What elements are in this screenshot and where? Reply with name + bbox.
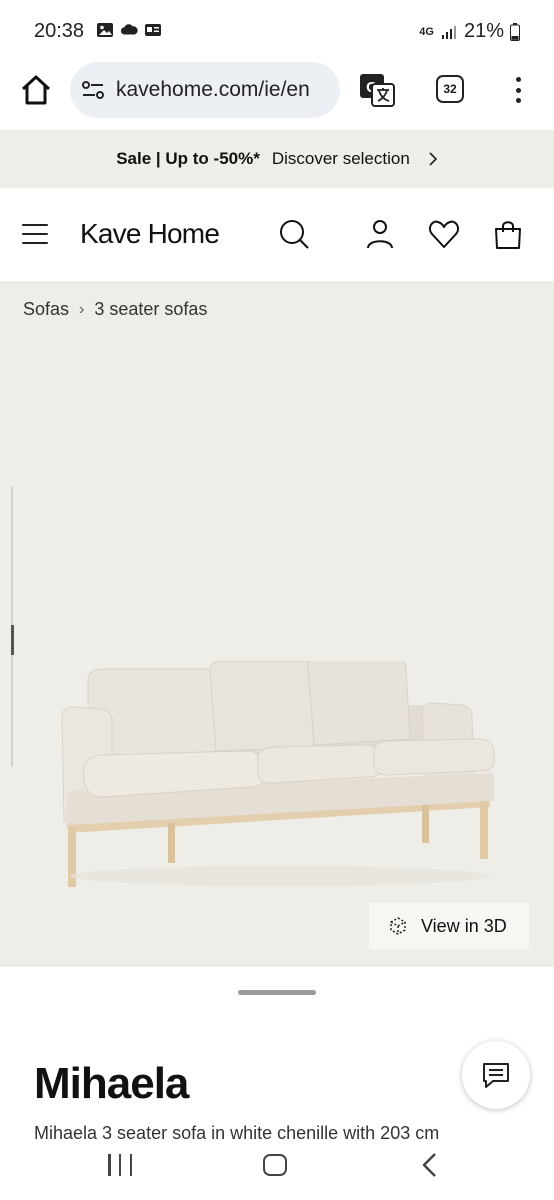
status-system-icons: 4G 21%: [419, 20, 520, 43]
menu-icon[interactable]: [22, 224, 48, 244]
breadcrumb-separator-icon: ›: [79, 300, 85, 318]
promo-link[interactable]: Discover selection: [272, 149, 410, 169]
home-nav-icon[interactable]: [263, 1154, 287, 1176]
recent-apps-icon[interactable]: [108, 1154, 132, 1176]
gallery-scroll-thumb[interactable]: [11, 625, 14, 655]
tune-icon[interactable]: [80, 77, 106, 103]
search-icon[interactable]: [278, 218, 310, 250]
view-in-3d-label: View in 3D: [421, 915, 507, 936]
promo-sale-text: Sale | Up to -50%*: [116, 149, 260, 168]
tab-count: 32: [443, 82, 457, 96]
more-vert-icon[interactable]: [506, 74, 530, 106]
product-info-sheet: Mihaela Mihaela 3 seater sofa in white c…: [0, 967, 554, 1140]
product-image-sofa: [61, 661, 495, 887]
browser-toolbar: kavehome.com/ie/en G 32: [0, 62, 554, 130]
battery-icon: [510, 22, 520, 41]
product-gallery[interactable]: Sofas › 3 seater sofas View in 3D: [0, 281, 554, 967]
breadcrumb: Sofas › 3 seater sofas: [23, 299, 207, 320]
site-logo[interactable]: Kave Home: [80, 218, 220, 250]
home-icon[interactable]: [18, 72, 54, 108]
site-header: Kave Home: [0, 188, 554, 281]
signal-icon: [441, 25, 456, 39]
battery-percent: 21%: [463, 20, 504, 42]
system-nav-bar: [0, 1140, 554, 1200]
status-time: 20:38: [34, 20, 85, 42]
cube-3d-icon: [390, 917, 406, 935]
translate-icon[interactable]: G: [358, 72, 396, 108]
gallery-icon: [97, 23, 113, 37]
breadcrumb-item-sofas[interactable]: Sofas: [23, 299, 69, 320]
tab-switcher-button[interactable]: 32: [436, 75, 464, 103]
view-in-3d-button[interactable]: View in 3D: [369, 903, 529, 949]
chevron-right-icon: [429, 152, 437, 166]
product-subtitle: Mihaela 3 seater sofa in white chenille …: [34, 1123, 440, 1140]
address-bar[interactable]: kavehome.com/ie/en: [70, 62, 340, 118]
chat-icon: [483, 1063, 509, 1088]
news-icon: [145, 24, 161, 36]
promo-banner[interactable]: Sale | Up to -50%* Discover selection: [0, 130, 554, 188]
bag-icon[interactable]: [492, 218, 524, 250]
cloud-icon: [120, 24, 138, 35]
network-type: 4G: [419, 25, 434, 38]
status-bar: 20:38 4G 21%: [0, 0, 554, 62]
back-icon[interactable]: [420, 1152, 440, 1178]
status-notification-icons: [96, 22, 162, 38]
wishlist-icon[interactable]: [428, 218, 460, 250]
breadcrumb-item-3-seater-sofas[interactable]: 3 seater sofas: [94, 299, 207, 320]
sheet-drag-handle[interactable]: [238, 990, 316, 995]
account-icon[interactable]: [364, 218, 396, 250]
chat-button[interactable]: [462, 1041, 530, 1109]
product-name: Mihaela: [34, 1059, 189, 1108]
url-text[interactable]: kavehome.com/ie/en: [116, 78, 310, 102]
